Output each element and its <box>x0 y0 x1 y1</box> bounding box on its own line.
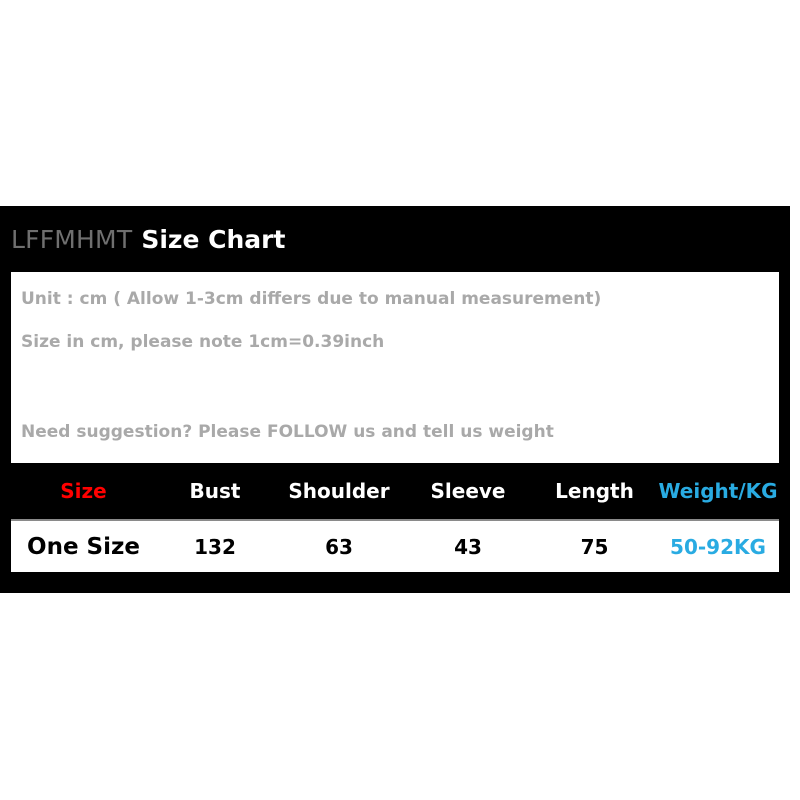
cell-shoulder: 63 <box>274 519 404 572</box>
size-chart-panel: LFFMHMT Size Chart Unit : cm ( Allow 1-3… <box>0 206 790 593</box>
chart-title-bar: LFFMHMT Size Chart <box>0 206 790 272</box>
cell-sleeve: 43 <box>404 519 532 572</box>
column-header-shoulder: Shoulder <box>288 479 390 503</box>
column-header-size: Size <box>60 479 107 503</box>
size-chart-table: Size Bust Shoulder Sleeve Length Weight/… <box>11 463 779 572</box>
note-unit-line: Unit : cm ( Allow 1-3cm differs due to m… <box>21 289 602 309</box>
cell-size: One Size <box>11 519 156 572</box>
column-header-bust: Bust <box>189 479 241 503</box>
page-title: Size Chart <box>141 224 286 254</box>
brand-name: LFFMHMT <box>11 224 133 254</box>
table-header-row: Size Bust Shoulder Sleeve Length Weight/… <box>11 463 779 520</box>
table-row: One Size 132 63 43 75 50-92KG <box>11 519 779 572</box>
note-suggestion-line: Need suggestion? Please FOLLOW us and te… <box>21 422 554 442</box>
column-header-sleeve: Sleeve <box>430 479 506 503</box>
column-header-weight: Weight/KG <box>658 479 778 503</box>
column-header-length: Length <box>555 479 634 503</box>
measurement-notes-block: Unit : cm ( Allow 1-3cm differs due to m… <box>11 272 779 463</box>
cell-bust: 132 <box>156 519 274 572</box>
note-conversion-line: Size in cm, please note 1cm=0.39inch <box>21 332 385 352</box>
cell-weight: 50-92KG <box>657 519 779 572</box>
cell-length: 75 <box>532 519 657 572</box>
